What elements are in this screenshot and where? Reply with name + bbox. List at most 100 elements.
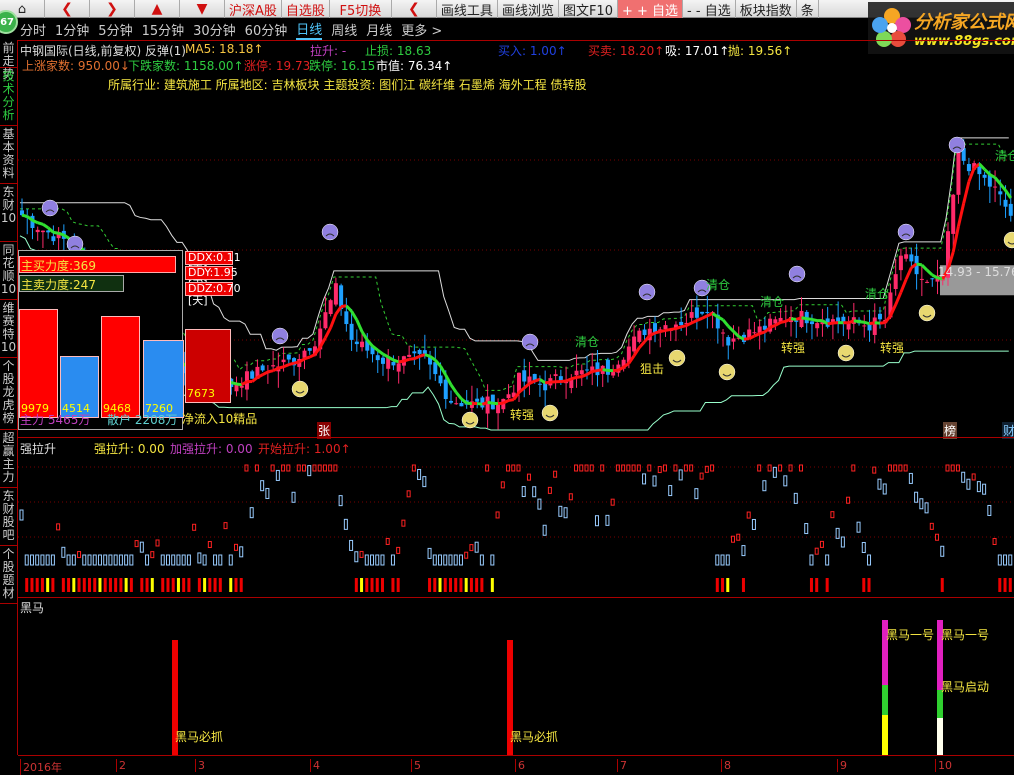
ma5-line bbox=[487, 400, 494, 405]
qls-value: 强拉升: 0.00 bbox=[94, 442, 165, 456]
signal-bar bbox=[469, 578, 473, 592]
signal-bar bbox=[213, 578, 217, 592]
oscillator-mark bbox=[526, 473, 531, 481]
ddz-value: DDZ:0.70 [天] bbox=[185, 282, 241, 307]
signal-bar bbox=[229, 578, 233, 592]
oscillator-mark bbox=[840, 536, 845, 548]
ma5-line bbox=[576, 375, 583, 379]
oscillator-mark bbox=[171, 554, 176, 566]
ma5-line bbox=[962, 181, 971, 204]
oscillator-mark bbox=[506, 464, 511, 472]
oscillator-mark bbox=[877, 478, 882, 490]
candle-body bbox=[663, 325, 668, 329]
frown-icon bbox=[897, 223, 915, 241]
oscillator-mark bbox=[914, 491, 919, 503]
candle-body bbox=[260, 365, 265, 371]
oscillator-mark bbox=[767, 464, 772, 472]
oscillator-mark bbox=[61, 546, 66, 558]
oscillator-mark bbox=[396, 546, 401, 554]
axis-label: 4 bbox=[310, 759, 320, 772]
signal-bar bbox=[150, 578, 154, 592]
signal-bar bbox=[234, 578, 238, 592]
ddx-value: DDX:0.11 [天] bbox=[185, 251, 241, 276]
oscillator-mark bbox=[579, 464, 584, 472]
signal-bar bbox=[454, 578, 458, 592]
oscillator-mark bbox=[265, 487, 270, 499]
oscillator-mark bbox=[919, 498, 924, 510]
heima-bizhua-label: 黑马必抓 bbox=[175, 730, 224, 744]
qingcang-label: 清仓 bbox=[995, 149, 1014, 163]
ma5-line bbox=[534, 377, 541, 383]
ddx-bar: 9468 bbox=[101, 316, 140, 418]
ma5-line bbox=[236, 382, 242, 387]
oscillator-mark bbox=[867, 554, 872, 566]
signal-bar bbox=[862, 578, 866, 592]
signal-bar bbox=[166, 578, 170, 592]
oscillator-mark bbox=[401, 519, 406, 527]
candle-body bbox=[726, 337, 731, 346]
oscillator-mark bbox=[359, 550, 364, 558]
signal-bar bbox=[815, 578, 819, 592]
signal-bar bbox=[998, 578, 1002, 592]
oscillator-mark bbox=[197, 552, 202, 564]
ma5-line bbox=[884, 315, 892, 324]
ma5-line bbox=[419, 353, 426, 358]
oscillator-mark bbox=[322, 464, 327, 472]
candle-body bbox=[694, 307, 699, 318]
ma5-line bbox=[701, 314, 708, 320]
ma5-line bbox=[993, 176, 1002, 185]
signal-bar bbox=[171, 578, 175, 592]
oscillator-mark bbox=[861, 541, 866, 553]
ma5-line bbox=[481, 400, 489, 406]
ma5-line bbox=[283, 363, 290, 369]
signal-bar bbox=[203, 578, 207, 592]
oscillator-mark bbox=[155, 539, 160, 547]
ma5-line bbox=[230, 381, 237, 386]
frown-icon bbox=[788, 265, 806, 283]
ma5-line bbox=[801, 316, 808, 321]
smiley-icon bbox=[1003, 231, 1014, 249]
candle-body bbox=[448, 400, 453, 403]
oscillator-mark bbox=[594, 515, 599, 527]
ma5-line bbox=[956, 202, 966, 227]
signal-bar bbox=[77, 578, 81, 592]
signal-bar bbox=[741, 578, 745, 592]
smiley-icon bbox=[541, 404, 559, 422]
oscillator-mark bbox=[605, 514, 610, 526]
candle-body bbox=[328, 300, 333, 315]
candle-body bbox=[605, 359, 610, 375]
oscillator-mark bbox=[924, 502, 929, 514]
oscillator-mark bbox=[333, 464, 338, 472]
oscillator-mark bbox=[799, 464, 804, 472]
candle-body bbox=[51, 236, 56, 242]
candle-body bbox=[375, 355, 380, 361]
ma5-line bbox=[581, 373, 588, 378]
ma5-line bbox=[439, 365, 448, 376]
ma5-line bbox=[544, 380, 551, 385]
ma5-line bbox=[659, 328, 666, 334]
signal-bar bbox=[98, 578, 102, 592]
ma5-line bbox=[602, 368, 609, 372]
signal-bar bbox=[726, 578, 730, 592]
ma5-line bbox=[329, 313, 338, 329]
oscillator-mark bbox=[129, 554, 134, 566]
oscillator-mark bbox=[390, 554, 395, 566]
oscillator-mark bbox=[354, 551, 359, 563]
ma5-line bbox=[879, 321, 886, 325]
oscillator-mark bbox=[349, 539, 354, 551]
signal-bar bbox=[182, 578, 186, 592]
oscillator-mark bbox=[432, 554, 437, 566]
candle-body bbox=[700, 311, 705, 314]
signal-bar bbox=[438, 578, 442, 592]
candle-body bbox=[574, 370, 579, 376]
signal-bar bbox=[129, 578, 133, 592]
ma5-line bbox=[920, 263, 929, 272]
candle-body bbox=[909, 254, 914, 262]
ma5-line bbox=[58, 231, 65, 237]
axis-label: 2016年 bbox=[20, 759, 62, 775]
oscillator-mark bbox=[150, 551, 155, 559]
ma5-line bbox=[638, 340, 646, 349]
signal-bar bbox=[464, 578, 468, 592]
oscillator-mark bbox=[56, 523, 61, 531]
candle-body bbox=[380, 357, 385, 364]
